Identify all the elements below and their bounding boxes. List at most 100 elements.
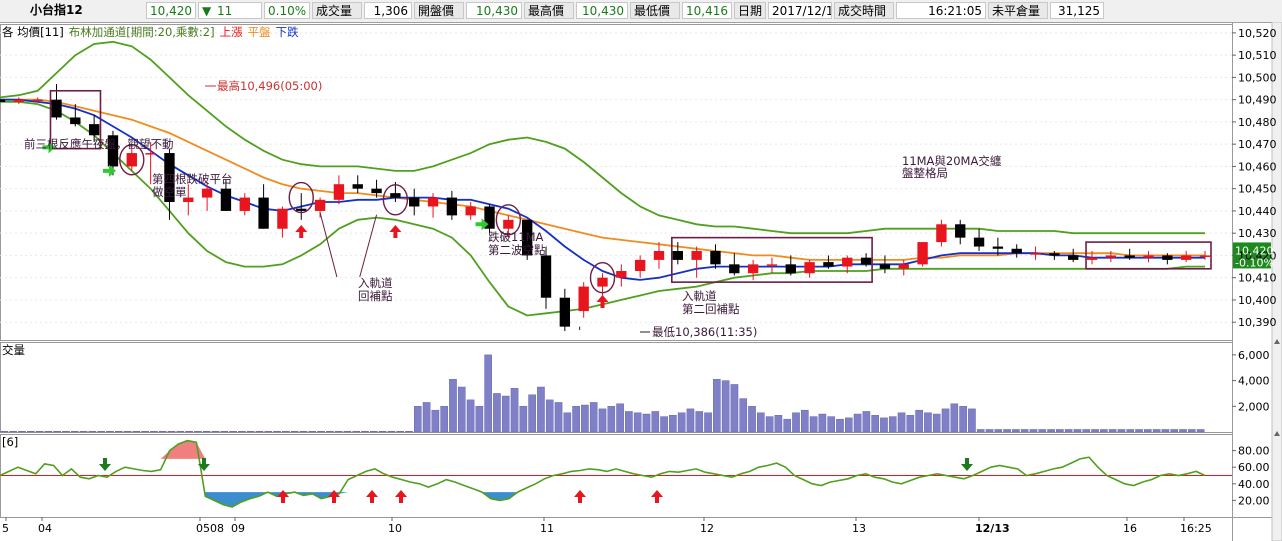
candle-down: [446, 197, 458, 216]
cover-point-annotation: 回補點: [358, 289, 393, 303]
volume-bar: [167, 431, 176, 433]
break-ma-annotation: 跌破11MA: [488, 230, 544, 244]
volume-bar: [79, 431, 88, 433]
rail-entry-annotation: 入軌道: [358, 276, 393, 290]
candle-up: [32, 99, 43, 102]
candle-down: [785, 264, 796, 274]
volume-bar: [994, 429, 1003, 433]
candle-up: [898, 264, 909, 269]
current-change-tag-label: -0.10%: [1235, 256, 1274, 269]
volume-bar: [818, 413, 827, 433]
volume-bar: [941, 408, 950, 433]
high-label: 最高價: [524, 2, 574, 19]
low-value: 10,416: [682, 2, 732, 19]
volume-bar: [158, 431, 167, 433]
volume-bar: [352, 431, 361, 433]
volume-bar: [510, 388, 519, 433]
osc-buy-arrow: [277, 490, 289, 503]
volume-bar: [326, 431, 334, 433]
volume-bar: [1108, 429, 1117, 433]
volume-bar: [26, 431, 35, 433]
volume-bar: [246, 431, 255, 433]
volume-bar: [466, 399, 475, 433]
volume-bar: [968, 408, 976, 433]
volume-bar: [1196, 429, 1205, 433]
price-tick-label: 10,510: [1238, 49, 1277, 62]
symbol-name[interactable]: 小台指12: [0, 2, 146, 19]
volume-value: 1,306: [364, 2, 412, 19]
volume-bar: [229, 431, 237, 433]
candle-up: [13, 99, 25, 102]
candle-down: [1068, 255, 1079, 260]
volume-bar: [572, 406, 580, 433]
price-tick-label: 10,440: [1238, 205, 1277, 218]
volume-bar: [44, 431, 53, 433]
candle-up: [333, 184, 345, 200]
candle-up: [842, 257, 853, 267]
volume-bar: [871, 415, 879, 433]
volume-bar: [1091, 429, 1099, 433]
osc-buy-arrow: [366, 490, 378, 503]
volume-bar: [1126, 429, 1135, 433]
candle-down: [409, 197, 420, 207]
volume-bar: [880, 417, 888, 433]
candle-down: [860, 257, 872, 265]
volume-bar: [528, 394, 536, 433]
legend-flat-label: 平盤: [248, 25, 271, 39]
volume-bar: [501, 395, 510, 433]
volume-bar: [132, 431, 141, 433]
high-annotation: 最高10,496(05:00): [217, 79, 322, 93]
candle-up: [503, 219, 514, 229]
volume-bar: [299, 431, 308, 433]
candle-up: [1105, 255, 1117, 258]
volume-bar: [9, 431, 17, 433]
volume-bar: [713, 379, 721, 433]
volume-bar: [836, 418, 844, 433]
osc-buy-arrow: [574, 490, 586, 503]
volume-bar: [1073, 429, 1082, 433]
osc-buy-arrow: [328, 490, 340, 503]
volume-bar: [194, 431, 202, 433]
price-tick-label: 10,480: [1238, 116, 1277, 129]
volume-bar: [1038, 429, 1047, 433]
legend-bollinger-label: 布林加通道[期間:20,乘數:2]: [69, 25, 215, 39]
volume-bar: [748, 406, 756, 433]
volume-bar: [976, 429, 985, 433]
volume-tick-label: 6,000: [1238, 349, 1270, 362]
volume-bar: [651, 411, 660, 433]
time-tick-label: 04: [38, 522, 52, 535]
candle-up: [126, 153, 137, 167]
consolidation-annotation: 盤整格局: [902, 166, 948, 180]
volume-bar: [607, 406, 616, 433]
volume-bar: [1003, 429, 1011, 433]
volume-bar: [62, 431, 70, 433]
volume-bar: [695, 411, 704, 433]
change-value: 11: [214, 2, 262, 19]
osc-sell-arrow: [99, 458, 111, 471]
volume-bar: [1188, 429, 1196, 433]
right-arrow-platform: [102, 164, 116, 177]
up-arrow-rail-2: [389, 225, 402, 238]
candle-down: [710, 250, 721, 265]
candle-up: [427, 197, 439, 207]
volume-bar: [431, 409, 440, 433]
time-tick-label: 13: [852, 522, 866, 535]
price-tick-label: 10,450: [1238, 183, 1277, 196]
candle-up: [1086, 257, 1098, 260]
volume-bar: [1064, 429, 1073, 433]
volume-bar: [1117, 429, 1126, 433]
candle-down: [729, 264, 740, 274]
volume-bar: [238, 431, 246, 433]
volume-bar: [449, 379, 457, 433]
volume-bar: [827, 416, 835, 433]
volume-label: 成交量: [312, 2, 362, 19]
volume-bar: [660, 416, 668, 433]
volume-panel-label: 交量: [2, 343, 25, 357]
volume-bar: [1170, 429, 1179, 433]
volume-bar: [211, 431, 220, 433]
chart-area[interactable]: 10,39010,40010,41010,42010,43010,44010,4…: [0, 22, 1282, 541]
osc-panel-label: [6]: [2, 435, 18, 449]
volume-bar: [440, 406, 448, 433]
volume-bar: [897, 412, 906, 433]
candle-up: [1030, 253, 1041, 255]
